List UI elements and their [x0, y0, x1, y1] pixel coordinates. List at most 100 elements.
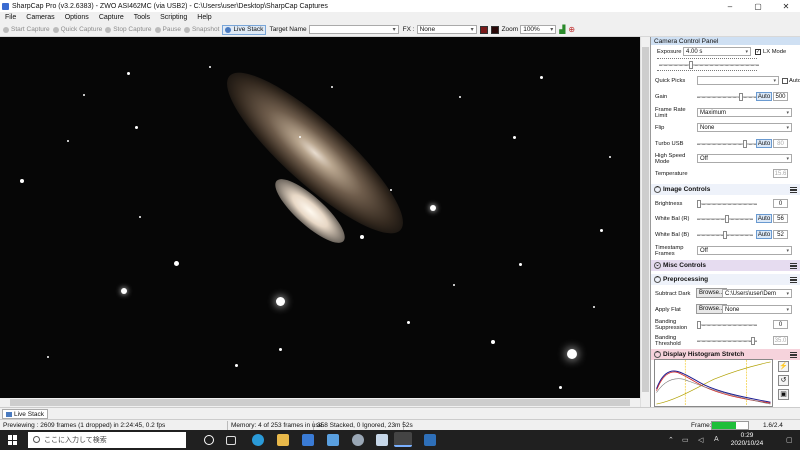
horizontal-scrollbar[interactable] [0, 398, 640, 407]
cortana-icon[interactable] [204, 435, 214, 445]
collapse-icon[interactable]: ⌃ [654, 186, 661, 193]
scroll-thumb[interactable] [642, 47, 649, 392]
fx-select[interactable]: None [416, 25, 477, 34]
star [47, 356, 49, 358]
target-name-input[interactable] [308, 25, 399, 34]
start-capture-button[interactable]: Start Capture [3, 26, 50, 33]
auto-checkbox[interactable] [782, 77, 788, 84]
menu-icon[interactable] [790, 186, 797, 193]
image-viewer[interactable] [0, 37, 640, 407]
minimize-button[interactable]: – [716, 0, 744, 12]
wb-red-value[interactable]: 56 [773, 214, 788, 223]
clock-date: 2020/10/24 [730, 440, 764, 447]
tray-chevron-icon[interactable]: ⌃ [668, 436, 674, 444]
task-view-icon[interactable] [226, 436, 236, 445]
app-icon-gear[interactable] [352, 434, 364, 446]
ime-mode[interactable]: A [714, 436, 719, 443]
clock-time: 0:29 [740, 432, 754, 439]
wb-blue-auto-button[interactable]: Auto [756, 230, 772, 239]
exposure-select[interactable]: 4.00 s [683, 47, 751, 56]
histogram-auto-stretch-icon[interactable]: ⚡ [778, 361, 789, 372]
timestamp-select[interactable]: Off [697, 246, 792, 255]
apply-flat-select[interactable]: None [722, 305, 792, 314]
star [234, 363, 238, 367]
taskbar-clock[interactable]: 0:29 2020/10/24 [724, 432, 770, 448]
red-swatch-icon[interactable] [479, 25, 488, 34]
gain-auto-button[interactable]: Auto [756, 92, 772, 101]
banding-suppression-slider[interactable] [697, 321, 757, 329]
mail-icon[interactable] [327, 434, 339, 446]
wb-red-auto-button[interactable]: Auto [756, 214, 772, 223]
frame-rate-select[interactable]: Maximum [697, 108, 792, 117]
frame-progress [711, 421, 749, 430]
menu-capture[interactable]: Capture [94, 14, 129, 21]
histogram-reset-icon[interactable]: ↺ [778, 375, 789, 386]
menu-icon[interactable] [790, 276, 797, 283]
edge-icon[interactable] [252, 434, 264, 446]
stop-capture-button[interactable]: Stop Capture [105, 26, 152, 33]
star [331, 86, 333, 88]
speaker-icon[interactable]: ◁ [698, 436, 703, 444]
misc-controls-header[interactable]: ⌄ Misc Controls [651, 260, 800, 271]
notification-icon[interactable]: ▢ [786, 436, 793, 444]
gain-value[interactable]: 500 [773, 92, 788, 101]
menu-icon[interactable] [790, 351, 797, 358]
histogram-save-icon[interactable]: ▣ [778, 389, 789, 400]
app-icon-monitor[interactable] [424, 434, 436, 446]
maximize-button[interactable]: ▢ [744, 0, 772, 12]
snapshot-button[interactable]: Snapshot [183, 26, 219, 33]
sharpcap-taskbar-icon[interactable] [394, 432, 412, 447]
high-speed-select[interactable]: Off [697, 154, 792, 163]
turbo-auto-button[interactable]: Auto [756, 139, 772, 148]
wb-blue-slider[interactable] [697, 231, 753, 239]
windows-start-icon[interactable] [8, 435, 18, 445]
vertical-scrollbar[interactable] [640, 37, 650, 407]
scroll-thumb[interactable] [10, 399, 630, 406]
menu-tools[interactable]: Tools [129, 14, 155, 21]
target-name-label: Target Name [269, 26, 307, 33]
preprocessing-header[interactable]: ⌃ Preprocessing [651, 274, 800, 285]
live-stack-button[interactable]: Live Stack [222, 24, 267, 35]
zoom-select[interactable]: 100% [520, 25, 557, 34]
dark-swatch-icon[interactable] [490, 25, 499, 34]
image-controls-header[interactable]: ⌃ Image Controls [651, 184, 800, 195]
menu-cameras[interactable]: Cameras [21, 14, 59, 21]
subtract-dark-label: Subtract Dark [655, 290, 691, 297]
histogram-icon[interactable]: ▟ [559, 25, 565, 34]
menu-help[interactable]: Help [192, 14, 216, 21]
brightness-slider[interactable] [697, 200, 757, 208]
menu-scripting[interactable]: Scripting [155, 14, 192, 21]
exposure-slider[interactable] [659, 61, 759, 69]
quick-capture-button[interactable]: Quick Capture [52, 26, 102, 33]
gain-slider[interactable] [697, 93, 757, 101]
reticle-icon[interactable]: ⊕ [568, 25, 575, 34]
brightness-value[interactable]: 0 [773, 199, 788, 208]
file-explorer-icon[interactable] [277, 434, 289, 446]
pause-button[interactable]: Pause [154, 26, 181, 33]
expand-icon[interactable]: ⌄ [654, 262, 661, 269]
wb-red-slider[interactable] [697, 215, 753, 223]
app-icon-pen[interactable] [376, 434, 388, 446]
menu-options[interactable]: Options [60, 14, 94, 21]
menu-icon[interactable] [790, 262, 797, 269]
network-icon[interactable]: ▭ [682, 436, 689, 444]
collapse-icon[interactable]: ⌃ [654, 351, 661, 358]
quick-picks-select[interactable] [697, 76, 779, 85]
flip-row: Flip None [651, 120, 800, 135]
turbo-usb-slider[interactable] [697, 140, 757, 148]
collapse-icon[interactable]: ⌃ [654, 276, 661, 283]
subtract-dark-select[interactable]: C:\Users\user\Dem [722, 289, 792, 298]
banding-threshold-slider[interactable] [697, 337, 757, 345]
flip-select[interactable]: None [697, 123, 792, 132]
wb-blue-value[interactable]: 52 [773, 230, 788, 239]
stop-icon [105, 26, 112, 33]
tab-live-stack[interactable]: Live Stack [2, 409, 48, 419]
store-icon[interactable] [302, 434, 314, 446]
banding-suppression-value[interactable]: 0 [773, 320, 788, 329]
taskbar-search-input[interactable]: ここに入力して検索 [28, 432, 186, 448]
close-button[interactable]: ✕ [772, 0, 800, 12]
lx-mode-checkbox[interactable]: ✓ [755, 48, 761, 55]
menu-file[interactable]: File [0, 14, 21, 21]
histogram-display[interactable] [654, 359, 773, 407]
star [121, 288, 127, 294]
